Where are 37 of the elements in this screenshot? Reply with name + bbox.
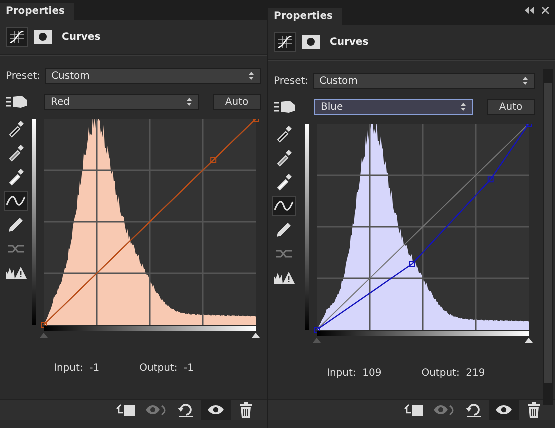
input-slider-handle[interactable] (40, 333, 48, 338)
eye-icon[interactable] (489, 400, 519, 420)
collapse-icon[interactable] (525, 7, 534, 14)
curve-tool-icon[interactable] (4, 191, 28, 211)
eye-icon[interactable] (201, 400, 231, 420)
input-readout: Input: 109 (327, 368, 382, 379)
auto-button[interactable]: Auto (487, 99, 535, 115)
mask-icon[interactable] (302, 35, 320, 49)
preset-label: Preset: (274, 76, 309, 86)
input-slider-handle[interactable] (313, 338, 321, 343)
input-slider-handle[interactable] (252, 333, 260, 338)
panel-tab[interactable]: Properties (268, 8, 342, 25)
hand-icon[interactable] (274, 100, 296, 114)
channel-dropdown[interactable]: Blue (314, 99, 473, 115)
output-readout: Output: 219 (422, 368, 486, 379)
curves-layer-icon[interactable] (274, 32, 296, 52)
curves-layer-icon[interactable] (6, 27, 28, 47)
mask-icon[interactable] (34, 30, 52, 44)
preset-dropdown[interactable]: Custom (312, 73, 535, 89)
updown-arrow-icon (249, 72, 254, 80)
channel-dropdown[interactable]: Red (44, 94, 199, 110)
panel-title: Curves (62, 32, 101, 42)
hand-icon[interactable] (6, 95, 28, 109)
output-readout: Output: -1 (140, 363, 194, 374)
panel-tab[interactable]: Properties (0, 3, 74, 20)
preset-label: Preset: (6, 70, 41, 82)
input-slider-handle[interactable] (525, 338, 533, 343)
updown-arrow-icon (523, 77, 528, 85)
updown-arrow-icon (187, 98, 192, 106)
input-readout: Input: -1 (54, 363, 100, 374)
updown-arrow-icon (461, 103, 466, 111)
auto-button[interactable]: Auto (213, 94, 261, 110)
panel-title: Curves (330, 36, 369, 48)
scrollbar[interactable] (543, 69, 553, 405)
close-icon[interactable] (542, 7, 549, 14)
curve-tool-icon[interactable] (272, 196, 296, 216)
preset-dropdown[interactable]: Custom (44, 68, 261, 84)
